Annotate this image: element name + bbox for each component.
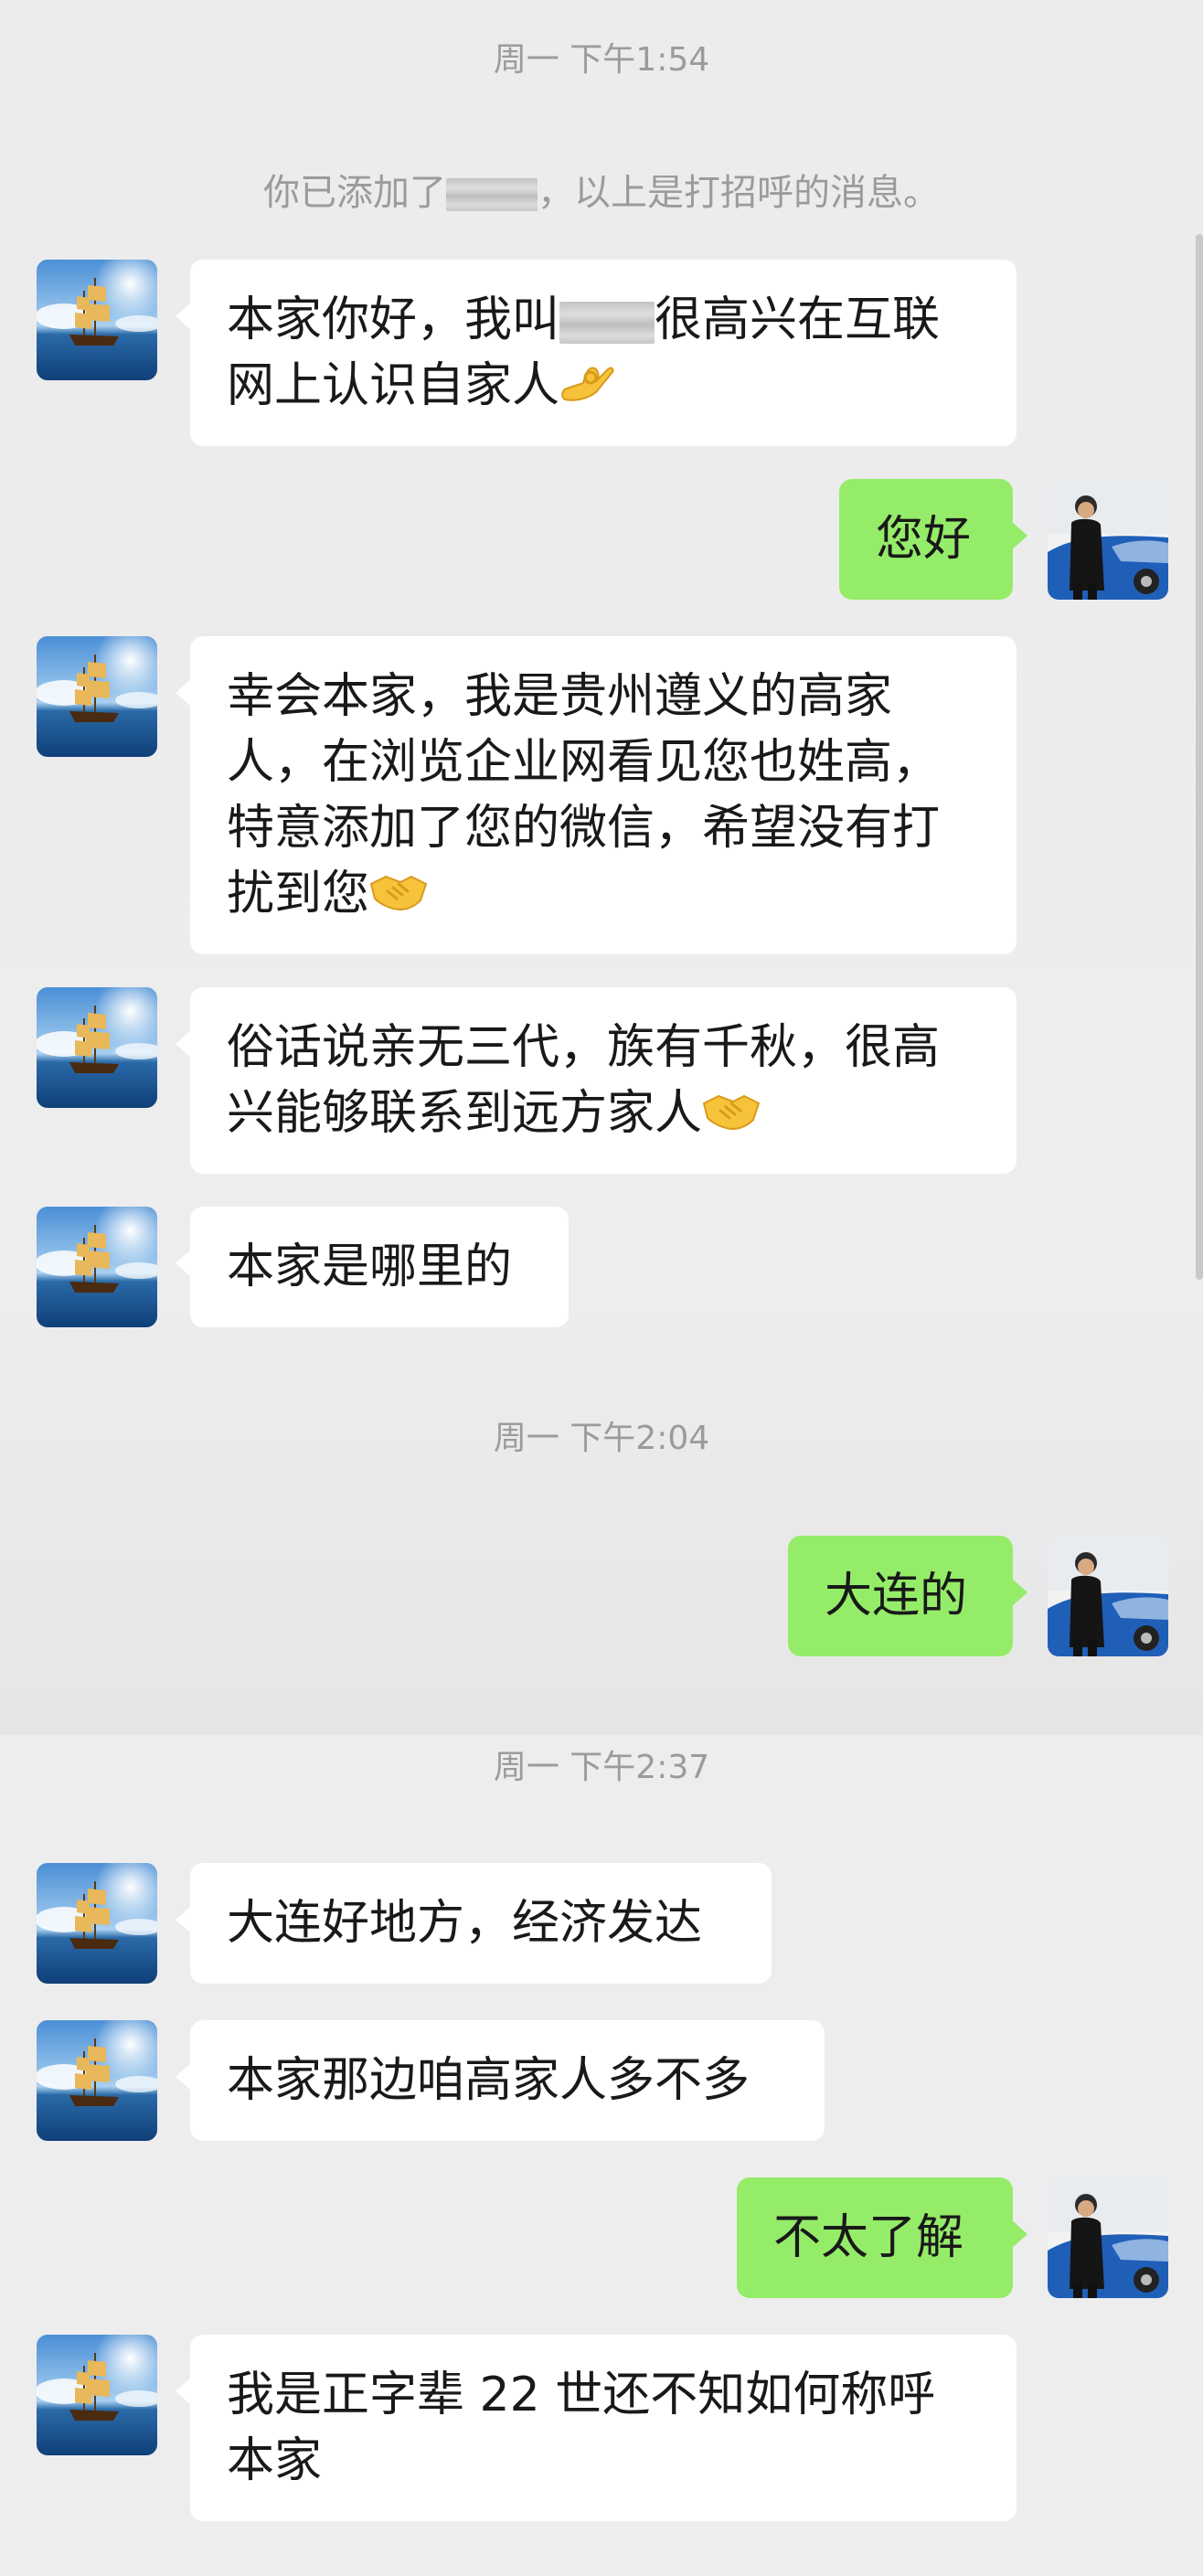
message-text: 大连好地方，经济发达 [227,1896,703,1951]
sailing-ship-avatar-icon [37,636,157,757]
message-bubble[interactable]: 本家你好，我叫 很高兴在互联 网上认识自家人 [176,260,1017,446]
handshake-emoji-icon [702,1094,761,1131]
contact-avatar[interactable] [37,636,157,757]
handshake-emoji-icon [369,875,428,911]
sailing-ship-avatar-icon [37,1863,157,1984]
message-bubble[interactable]: 本家是哪里的 [176,1207,569,1327]
message-bubble[interactable]: 大连的 [788,1536,1027,1656]
contact-avatar[interactable] [37,2335,157,2455]
contact-avatar[interactable] [37,2020,157,2141]
sailing-ship-avatar-icon [37,1207,157,1327]
sailing-ship-avatar-icon [37,2335,157,2455]
message-bubble[interactable]: 大连好地方，经济发达 [176,1863,772,1984]
man-with-car-avatar-icon [1048,2177,1168,2298]
system-message-suffix: ，以上是打招呼的消息。 [538,172,940,214]
message-bubble[interactable]: 我是正字辈 22 世还不知如何称呼 本家 [176,2335,1017,2521]
message-text: 我是正字辈 22 世还不知如何称呼 本家 [227,2368,936,2488]
timestamp: 周一 下午2:04 [493,1420,710,1457]
sailing-ship-avatar-icon [37,987,157,1108]
self-avatar[interactable] [1048,1536,1168,1656]
redacted-name [559,302,655,344]
contact-avatar[interactable] [37,1207,157,1327]
message-bubble[interactable]: 俗话说亲无三代，族有千秋，很高 兴能够联系到远方家人 [176,987,1017,1174]
message-text: 俗话说亲无三代，族有千秋，很高 兴能够联系到远方家人 [227,1020,941,1141]
self-avatar[interactable] [1048,2177,1168,2298]
contact-avatar[interactable] [37,1863,157,1984]
system-message: 你已添加了 ，以上是打招呼的消息。 [0,170,1203,216]
message-bubble[interactable]: 本家那边咱高家人多不多 [176,2020,825,2141]
message-text: 您好 [876,512,972,567]
message-text: 不太了解 [773,2210,964,2265]
scrollbar[interactable] [1196,234,1203,1280]
redacted-name [446,178,538,211]
message-bubble[interactable]: 您好 [839,479,1027,600]
message-text: 大连的 [825,1569,968,1623]
message-text: 幸会本家，我是贵州遵义的高家 人，在浏览企业网看见您也姓高， 特意添加了您的微信，希… [227,669,941,921]
ok-hand-emoji-icon [561,367,614,401]
contact-avatar[interactable] [37,987,157,1108]
timestamp: 周一 下午2:37 [493,1749,710,1786]
self-avatar[interactable] [1048,479,1168,600]
message-bubble[interactable]: 幸会本家，我是贵州遵义的高家 人，在浏览企业网看见您也姓高， 特意添加了您的微信，希… [176,636,1017,954]
message-text: 本家你好，我叫 很高兴在互联 网上认识自家人 [227,293,941,413]
system-message-prefix: 你已添加了 [263,172,446,214]
man-with-car-avatar-icon [1048,1536,1168,1656]
contact-avatar[interactable] [37,260,157,380]
man-with-car-avatar-icon [1048,479,1168,600]
message-text: 本家那边咱高家人多不多 [227,2053,751,2108]
message-text: 本家是哪里的 [227,1240,513,1294]
timestamp: 周一 下午1:54 [493,41,710,79]
message-bubble[interactable]: 不太了解 [737,2177,1027,2298]
sailing-ship-avatar-icon [37,260,157,380]
chat-screen: 周一 下午1:54 你已添加了 ，以上是打招呼的消息。 本家你好，我叫 很高兴在… [0,0,1203,2576]
sailing-ship-avatar-icon [37,2020,157,2141]
